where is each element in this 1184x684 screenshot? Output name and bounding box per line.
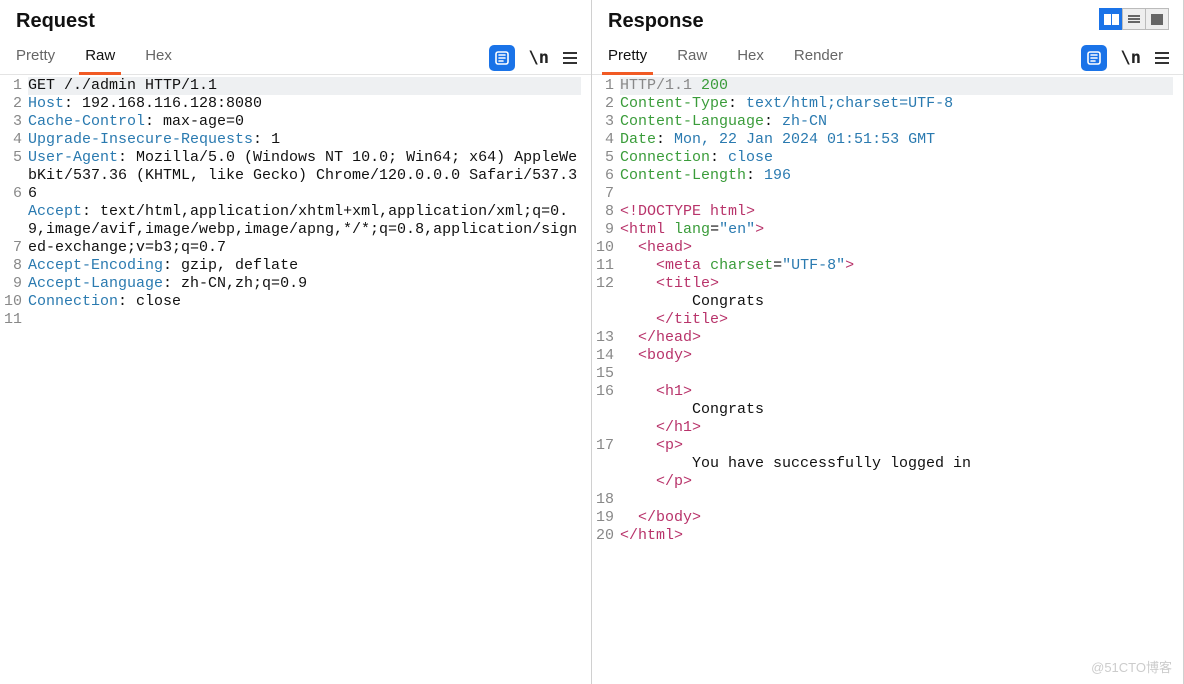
tab-pretty[interactable]: Pretty — [14, 41, 57, 74]
tab-hex[interactable]: Hex — [735, 41, 766, 74]
code-line[interactable]: You have successfully logged in — [620, 455, 1173, 473]
response-tabs-row: Pretty Raw Hex Render \n — [592, 33, 1183, 75]
code-line[interactable]: HTTP/1.1 200 — [620, 77, 1173, 95]
code-line[interactable]: <meta charset="UTF-8"> — [620, 257, 1173, 275]
response-header: Response — [592, 0, 1183, 33]
menu-icon[interactable] — [1155, 52, 1169, 64]
request-tabs-row: Pretty Raw Hex \n — [0, 33, 591, 75]
code-line[interactable]: Accept-Language: zh-CN,zh;q=0.9 — [28, 275, 581, 293]
response-tabs: Pretty Raw Hex Render — [606, 41, 845, 74]
tab-hex[interactable]: Hex — [143, 41, 174, 74]
layout-full-button[interactable] — [1145, 8, 1169, 30]
code-line[interactable]: </h1> — [620, 419, 1173, 437]
watermark: @51CTO博客 — [1091, 657, 1172, 676]
code-line[interactable] — [28, 329, 581, 347]
code-line[interactable]: Content-Type: text/html;charset=UTF-8 — [620, 95, 1173, 113]
code-line[interactable]: Upgrade-Insecure-Requests: 1 — [28, 131, 581, 149]
code-line[interactable]: <p> — [620, 437, 1173, 455]
response-tab-actions: \n — [1081, 45, 1169, 71]
code-line[interactable]: User-Agent: Mozilla/5.0 (Windows NT 10.0… — [28, 149, 581, 203]
code-line[interactable] — [620, 185, 1173, 203]
actions-icon[interactable] — [1081, 45, 1107, 71]
code-line[interactable] — [620, 491, 1173, 509]
response-editor[interactable]: 123456789101112..13141516..17..181920 HT… — [592, 75, 1183, 684]
request-tabs: Pretty Raw Hex — [14, 41, 174, 74]
code-line[interactable]: <html lang="en"> — [620, 221, 1173, 239]
menu-icon[interactable] — [563, 52, 577, 64]
code-line[interactable]: </html> — [620, 527, 1173, 545]
newline-icon[interactable]: \n — [1121, 48, 1141, 68]
code-line[interactable]: </head> — [620, 329, 1173, 347]
code-line[interactable]: </body> — [620, 509, 1173, 527]
tab-pretty[interactable]: Pretty — [606, 41, 649, 74]
layout-split-button[interactable] — [1099, 8, 1123, 30]
code-line[interactable]: Congrats — [620, 293, 1173, 311]
tab-render[interactable]: Render — [792, 41, 845, 74]
layout-toggle-group — [1099, 8, 1169, 30]
code-line[interactable]: <title> — [620, 275, 1173, 293]
code-line[interactable]: <body> — [620, 347, 1173, 365]
code-line[interactable]: Connection: close — [620, 149, 1173, 167]
tab-raw[interactable]: Raw — [675, 41, 709, 74]
request-title: Request — [16, 10, 95, 33]
layout-list-button[interactable] — [1122, 8, 1146, 30]
code-line[interactable]: <h1> — [620, 383, 1173, 401]
request-editor[interactable]: 12345.6..7891011 GET /./admin HTTP/1.1Ho… — [0, 75, 591, 684]
code-line[interactable] — [28, 311, 581, 329]
request-header: Request — [0, 0, 591, 33]
actions-icon[interactable] — [489, 45, 515, 71]
code-line[interactable]: GET /./admin HTTP/1.1 — [28, 77, 581, 95]
request-tab-actions: \n — [489, 45, 577, 71]
code-line[interactable]: Content-Language: zh-CN — [620, 113, 1173, 131]
code-line[interactable]: </title> — [620, 311, 1173, 329]
code-line[interactable]: Cache-Control: max-age=0 — [28, 113, 581, 131]
code-line[interactable]: </p> — [620, 473, 1173, 491]
code-line[interactable]: Connection: close — [28, 293, 581, 311]
code-line[interactable]: Host: 192.168.116.128:8080 — [28, 95, 581, 113]
code-line[interactable]: <!DOCTYPE html> — [620, 203, 1173, 221]
code-line[interactable]: Accept: text/html,application/xhtml+xml,… — [28, 203, 581, 257]
code-line[interactable]: Accept-Encoding: gzip, deflate — [28, 257, 581, 275]
code-line[interactable] — [620, 365, 1173, 383]
newline-icon[interactable]: \n — [529, 48, 549, 68]
response-panel: Response PrettyRawHexRender \n 12345678 — [592, 0, 1184, 684]
code-line[interactable]: Congrats — [620, 401, 1173, 419]
response-title: Response — [608, 10, 704, 33]
request-panel: Request Pretty Raw Hex \n 12345.6..7891011… — [0, 0, 592, 684]
tab-raw[interactable]: Raw — [83, 41, 117, 74]
code-line[interactable]: Date: Mon, 22 Jan 2024 01:51:53 GMT — [620, 131, 1173, 149]
code-line[interactable]: Content-Length: 196 — [620, 167, 1173, 185]
code-line[interactable]: <head> — [620, 239, 1173, 257]
